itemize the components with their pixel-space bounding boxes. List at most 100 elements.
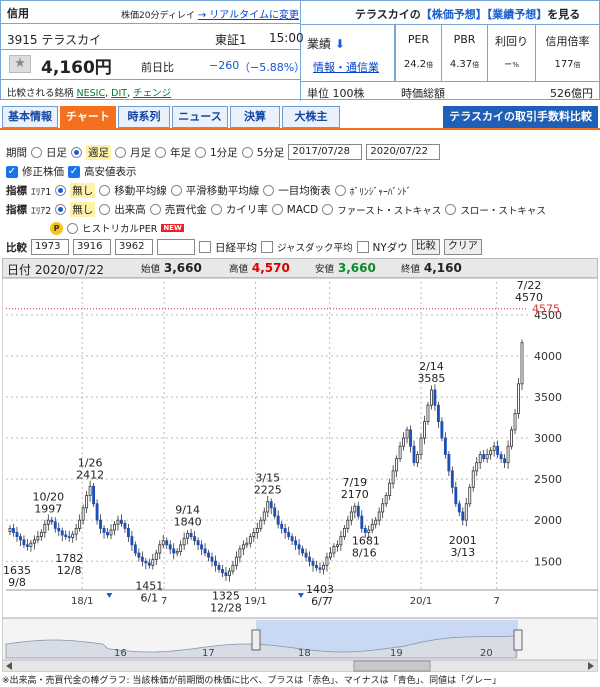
compare-link-change[interactable]: チェンジ	[133, 88, 171, 99]
tab-earnings[interactable]: 決算	[230, 106, 280, 128]
candle-body	[182, 537, 186, 546]
compare-row-label: 比較	[6, 241, 27, 254]
favorite-star-icon[interactable]: ★	[9, 55, 31, 73]
candle-body	[57, 527, 61, 532]
tab-underline	[0, 128, 600, 130]
candle-body	[64, 534, 68, 538]
radio-5min[interactable]	[241, 146, 253, 158]
high-low-checkbox[interactable]: ✓	[68, 165, 80, 178]
label-ichimoku: 一目均衡表	[278, 185, 331, 197]
radio-deviation[interactable]	[210, 204, 222, 215]
date-to-input[interactable]: 2020/07/22	[366, 144, 441, 160]
candle-body	[276, 515, 280, 525]
metric-label: PER	[407, 33, 430, 46]
candle-body	[189, 532, 193, 538]
candle-body	[120, 519, 123, 524]
label-slow-stoch: スロー・ストキャス	[460, 205, 546, 217]
candle-body	[95, 503, 99, 521]
ohlc-high-value: 4,570	[251, 261, 290, 275]
jasdaq-label: ジャスダック平均	[277, 243, 353, 254]
radio-monthly[interactable]	[115, 146, 126, 158]
radio-daily[interactable]	[31, 146, 42, 158]
tab-basic-info[interactable]: 基本情報	[2, 106, 58, 128]
range-navigator[interactable]: 16 17 18 19 20	[2, 618, 598, 672]
candle-body	[50, 519, 54, 523]
radio-historical-per[interactable]	[67, 222, 78, 234]
candle-body	[238, 548, 242, 558]
nydow-checkbox[interactable]	[356, 241, 369, 253]
candle-body	[503, 458, 507, 464]
navigator-label: 20	[480, 648, 493, 659]
clear-button[interactable]: クリア	[443, 239, 482, 255]
x-tick-label: 7	[493, 596, 499, 607]
candle-body	[88, 485, 92, 496]
tab-chart[interactable]: チャート	[60, 106, 116, 128]
stock-forecast-link[interactable]: 【株価予想】	[421, 8, 487, 21]
candle-body	[377, 511, 381, 521]
compare-button[interactable]: 比較	[411, 239, 440, 255]
candle-body	[113, 523, 116, 531]
candle-body	[102, 527, 106, 533]
forecast-suffix: を見る	[547, 8, 581, 21]
candle-body	[416, 454, 419, 464]
candle-body	[43, 523, 47, 533]
radio-yearly[interactable]	[155, 146, 166, 158]
date-from-input[interactable]: 2017/07/28	[288, 144, 363, 160]
radio-slow-stoch[interactable]	[445, 204, 457, 215]
candle-body	[231, 564, 235, 572]
radio-area2-none[interactable]	[55, 204, 67, 215]
annotation-label: 1997	[34, 502, 62, 515]
candle-body	[130, 536, 134, 546]
nikkei-checkbox[interactable]	[199, 241, 211, 253]
label-moving-avg: 移動平均線	[114, 185, 167, 197]
candle-body	[308, 556, 311, 562]
radio-1min[interactable]	[195, 146, 206, 158]
period-row: 期間 日足 週足 月足 年足 1分足 5分足 2017/07/28 2020/0…	[6, 144, 441, 160]
radio-volume[interactable]	[99, 204, 111, 215]
tab-news[interactable]: ニュース	[172, 106, 228, 128]
industry-link[interactable]: 情報・通信業	[313, 59, 379, 75]
radio-area1-none[interactable]	[55, 185, 67, 196]
navigator-left-handle[interactable]	[251, 629, 261, 651]
candle-body	[482, 454, 486, 459]
price-chart[interactable]: 150020002500300035004000450018/1 7 19/1 7 20…	[2, 278, 598, 618]
navigator-scroll-thumb[interactable]	[353, 660, 431, 672]
fee-compare-button[interactable]: テラスカイの取引手数料比較	[443, 106, 598, 128]
metric-label: 利回り	[495, 35, 528, 48]
candle-body	[370, 523, 374, 531]
navigator-scrollbar[interactable]	[2, 659, 598, 672]
compare-code-2[interactable]: 3916	[73, 239, 111, 255]
radio-macd[interactable]	[271, 204, 283, 215]
candle-body	[123, 523, 127, 529]
label-daily: 日足	[46, 146, 67, 159]
indicator-label-1: 指標	[6, 185, 27, 197]
jasdaq-checkbox[interactable]	[261, 241, 273, 253]
radio-weekly[interactable]	[71, 146, 82, 158]
tab-bar: 基本情報 チャート 時系列 ニュース 決算 大株主 テラスカイの取引手数料比較	[0, 106, 600, 128]
radio-ichimoku[interactable]	[263, 185, 275, 196]
radio-smooth-avg[interactable]	[170, 185, 182, 196]
radio-bollinger[interactable]	[334, 185, 346, 196]
adjusted-checkbox[interactable]: ✓	[6, 165, 18, 178]
historical-per-row: P ヒストリカルPER NEW	[50, 221, 184, 235]
perf-forecast-link[interactable]: 【業績予想】	[487, 8, 548, 21]
label-yearly: 年足	[170, 146, 191, 159]
tab-shareholders[interactable]: 大株主	[282, 106, 340, 128]
market-cap-label: 時価総額	[401, 87, 445, 100]
radio-fast-stoch[interactable]	[322, 204, 334, 215]
candle-body	[328, 552, 332, 558]
compare-code-3[interactable]: 3962	[115, 239, 153, 255]
compare-code-1[interactable]: 1973	[31, 239, 69, 255]
compare-code-4[interactable]	[157, 239, 195, 255]
navigator-label: 16	[114, 648, 127, 659]
candle-body	[151, 559, 155, 566]
ohlc-bar: 日付 2020/07/22 始値 3,660 高値 4,570 安値 3,660…	[2, 258, 598, 278]
compare-link-dit[interactable]: DIT	[111, 88, 127, 99]
radio-turnover[interactable]	[149, 204, 161, 215]
tab-time-series[interactable]: 時系列	[118, 106, 170, 128]
compare-link-nesic[interactable]: NESIC	[77, 88, 106, 99]
navigator-right-handle[interactable]	[513, 629, 523, 651]
current-price: 4,160円	[41, 58, 112, 78]
radio-moving-avg[interactable]	[99, 185, 111, 196]
realtime-link[interactable]: → リアルタイムに変更	[198, 10, 299, 21]
